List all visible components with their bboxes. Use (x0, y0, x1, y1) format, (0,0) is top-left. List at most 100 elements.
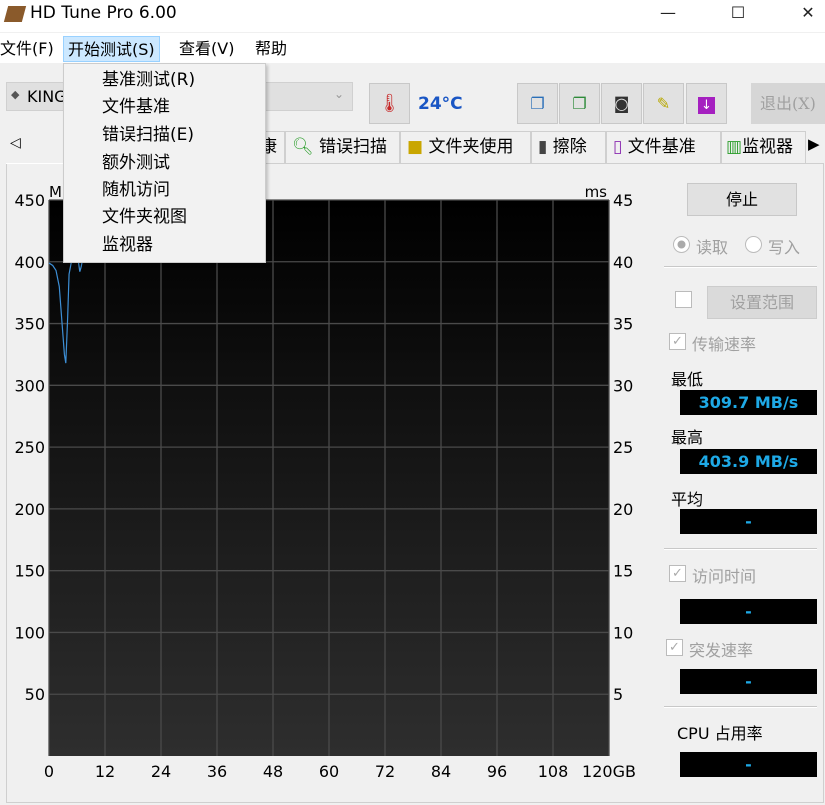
y-right-tick-label: 35 (613, 315, 633, 334)
cpu-label: CPU 占用率 (677, 724, 763, 743)
tab-monitor[interactable]: ▥监视器 (721, 131, 806, 163)
transfer-rate-label: 传输速率 (692, 335, 757, 354)
maximize-button[interactable]: ☐ (715, 0, 761, 28)
set-range-button[interactable]: 设置范围 (707, 286, 817, 319)
divider-2 (664, 266, 817, 268)
min-label: 最低 (671, 370, 704, 389)
chevron-down-icon: ⌄ (333, 87, 344, 101)
title-bar: HD Tune Pro 6.00 — ☐ ✕ (0, 0, 825, 32)
y-right-tick-label: 20 (613, 500, 633, 519)
menu-file[interactable]: 文件(F) (0, 36, 58, 62)
max-label: 最高 (671, 428, 704, 447)
y-left-tick-label: 250 (14, 438, 45, 457)
file-benchmark-icon: ▯ (613, 137, 623, 157)
y-left-tick-label: 50 (25, 685, 45, 704)
y-right-tick-label: 10 (613, 623, 633, 642)
burst-rate-value: - (680, 669, 817, 694)
copy-text-button[interactable]: ❐ (517, 83, 558, 124)
transfer-rate-chart: 0 12 24 36 48 60 72 84 96 108 120GB 50 5 100 10 150 15 20… (14, 183, 636, 781)
menu-item-random-access[interactable]: 随机访问 (102, 177, 170, 204)
x-tick-label: 12 (95, 762, 115, 781)
y-right-tick-label: 15 (613, 562, 633, 581)
y-right-tick-label: 40 (613, 253, 633, 272)
menu-help[interactable]: 帮助 (251, 36, 291, 62)
x-tick-label: 108 (538, 762, 569, 781)
stop-button[interactable]: 停止 (687, 183, 797, 216)
menu-view[interactable]: 查看(V) (175, 36, 238, 62)
options-icon: ✎ (656, 94, 671, 113)
menu-item-extra-tests[interactable]: 额外测试 (102, 150, 170, 177)
drive-icon: ◆ (11, 88, 20, 101)
x-tick-label: 96 (487, 762, 507, 781)
menu-item-error-scan[interactable]: 错误扫描(E) (102, 122, 194, 149)
access-time-label: 访问时间 (692, 567, 757, 586)
options-button[interactable]: ✎ (643, 83, 684, 124)
read-label: 读取 (696, 238, 729, 257)
transfer-rate-checkbox[interactable]: ✓ (669, 333, 686, 350)
menu-item-benchmark[interactable]: 基准测试(R) (102, 67, 195, 94)
tab-scroll-right[interactable]: ▶ (808, 135, 820, 153)
write-radio[interactable] (745, 236, 762, 253)
y-left-tick-label: 200 (14, 500, 45, 519)
burst-rate-label: 突发速率 (689, 641, 754, 660)
window-title: HD Tune Pro 6.00 (30, 3, 177, 23)
y-left-tick-label: 350 (14, 315, 45, 334)
access-time-value: - (680, 599, 817, 624)
copy-image-icon: ❐ (572, 94, 587, 113)
start-test-dropdown: 基准测试(R) 文件基准 错误扫描(E) 额外测试 随机访问 文件夹视图 监视器 (63, 63, 266, 263)
copy-image-button[interactable]: ❐ (559, 83, 600, 124)
tab-error-scan[interactable]: 🔍︎ 错误扫描 (285, 131, 400, 163)
min-value: 309.7 MB/s (680, 390, 817, 415)
max-value: 403.9 MB/s (680, 449, 817, 474)
trash-icon: ▮ (538, 137, 548, 157)
monitor-chart-icon: ▥ (726, 137, 743, 157)
exit-button[interactable]: 退出(X) (751, 83, 825, 124)
x-tick-label: 24 (151, 762, 171, 781)
x-tick-label: 36 (207, 762, 227, 781)
y-left-tick-label: 100 (14, 623, 45, 642)
copy-icon: ❐ (530, 94, 545, 113)
x-tick-label: 120GB (582, 762, 636, 781)
x-tick-label: 48 (263, 762, 283, 781)
range-checkbox[interactable] (675, 291, 692, 308)
y-right-tick-label: 25 (613, 438, 633, 457)
temperature-value: 24°C (418, 94, 463, 114)
screenshot-button[interactable]: ◙ (601, 83, 642, 124)
access-time-checkbox[interactable]: ✓ (669, 565, 686, 582)
menu-start-test[interactable]: 开始测试(S) (63, 36, 160, 62)
y-right-unit: ms (585, 183, 608, 201)
x-tick-label: 0 (44, 762, 54, 781)
y-right-tick-label: 5 (613, 685, 623, 704)
magnifier-icon: 🔍︎ (292, 137, 314, 157)
tab-folder-usage[interactable]: ■ 文件夹使用 (400, 131, 531, 163)
read-radio[interactable] (673, 236, 690, 253)
avg-label: 平均 (671, 490, 704, 509)
y-left-tick-label: 450 (14, 191, 45, 210)
avg-value: - (680, 509, 817, 534)
download-icon: ↓ (698, 97, 715, 114)
menu-item-file-benchmark[interactable]: 文件基准 (102, 94, 170, 121)
x-tick-label: 60 (319, 762, 339, 781)
folder-icon: ■ (407, 137, 424, 157)
tab-file-benchmark[interactable]: ▯ 文件基准 (606, 131, 721, 163)
save-button[interactable]: ↓ (686, 83, 727, 124)
cpu-value: - (680, 752, 817, 777)
tab-erase[interactable]: ▮ 擦除 (531, 131, 606, 163)
minimize-button[interactable]: — (645, 0, 691, 28)
y-left-tick-label: 300 (14, 376, 45, 395)
y-right-tick-label: 45 (613, 191, 633, 210)
camera-icon: ◙ (613, 94, 630, 113)
divider-4 (664, 706, 817, 708)
drive-name: KING (27, 87, 67, 106)
menu-item-monitor[interactable]: 监视器 (102, 232, 153, 259)
close-button[interactable]: ✕ (785, 0, 825, 28)
y-left-tick-label: 150 (14, 562, 45, 581)
tab-scroll-left[interactable]: ◁ (10, 135, 21, 151)
thermometer-icon: 🌡︎ (378, 93, 401, 114)
y-right-tick-label: 30 (613, 376, 633, 395)
app-icon (3, 6, 27, 22)
burst-rate-checkbox[interactable]: ✓ (666, 639, 683, 656)
thermometer-button[interactable]: 🌡︎ (369, 83, 410, 124)
y-left-tick-label: 400 (14, 253, 45, 272)
menu-item-folder-view[interactable]: 文件夹视图 (102, 204, 187, 231)
